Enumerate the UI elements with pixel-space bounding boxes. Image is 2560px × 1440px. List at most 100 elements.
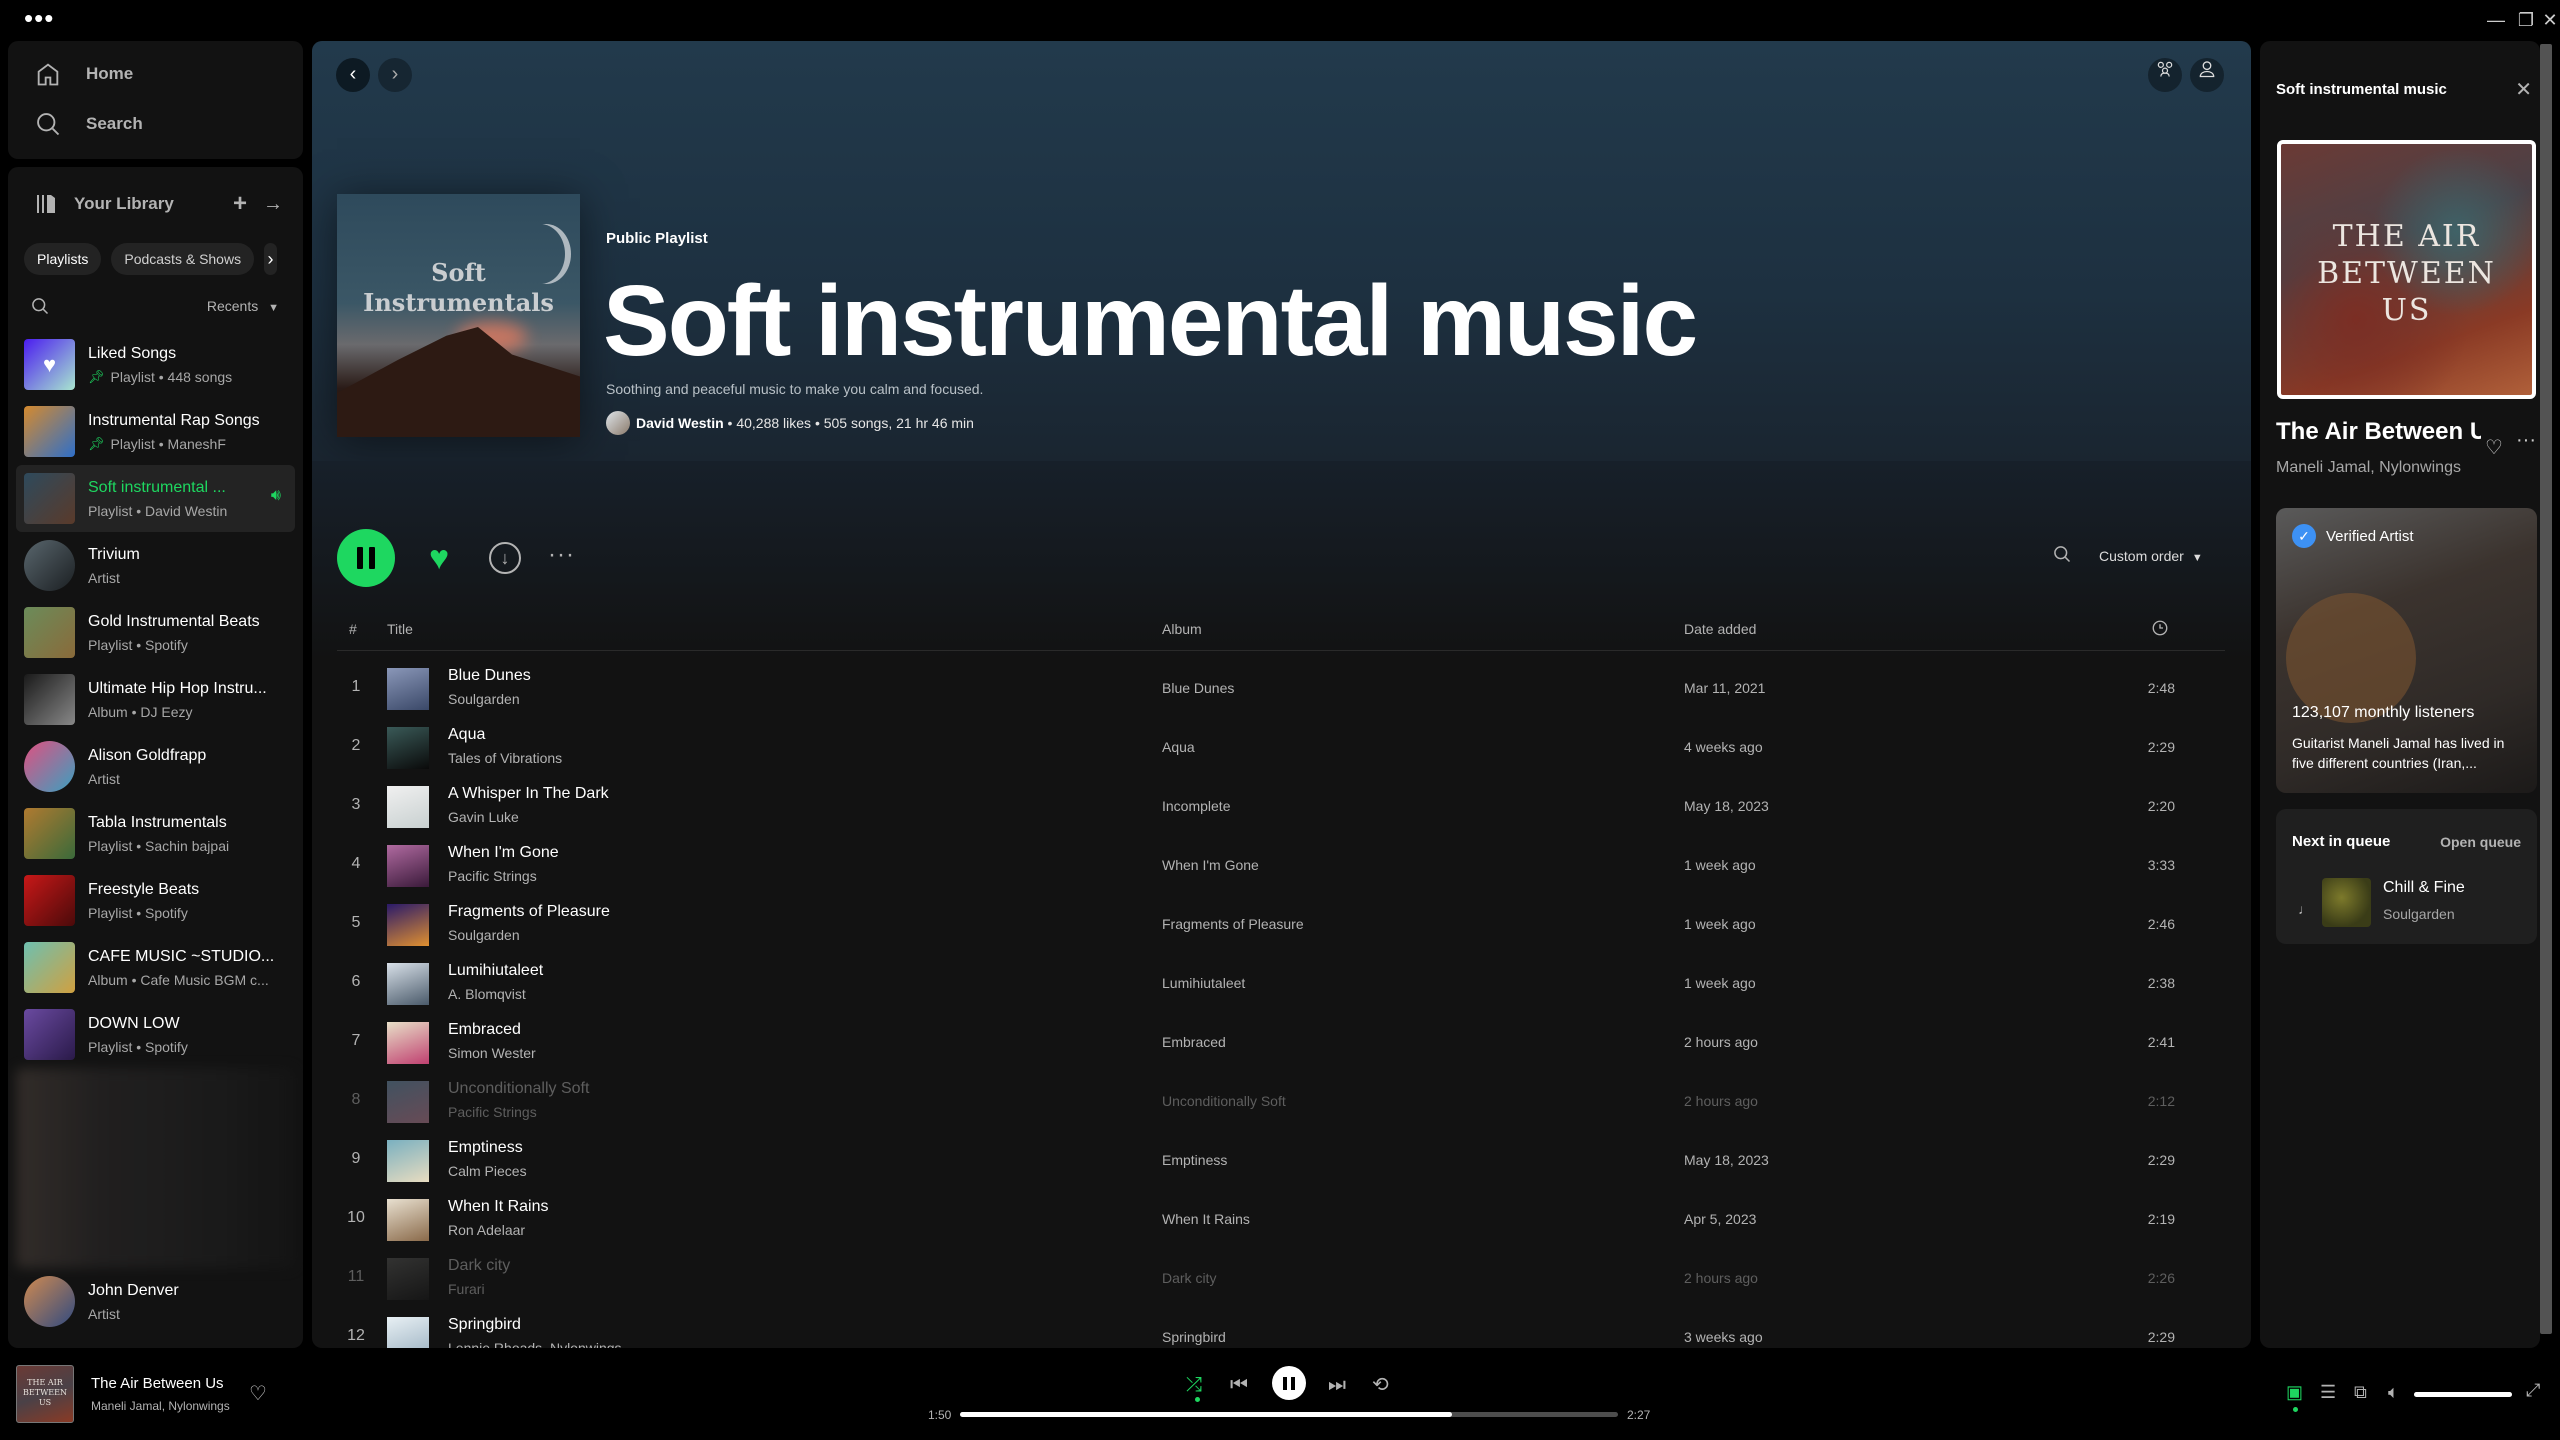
track-artist[interactable]: Calm Pieces bbox=[448, 1163, 527, 1179]
track-row[interactable]: 2 Aqua Tales of Vibrations Aqua 4 weeks ago 2… bbox=[337, 717, 2225, 776]
now-playing-title[interactable]: The Air Between Us bbox=[2276, 418, 2481, 446]
next-icon[interactable]: ⏭ bbox=[1328, 1373, 1346, 1397]
shuffle-icon[interactable]: ⤮ bbox=[1186, 1373, 1202, 1397]
track-title[interactable]: Lumihiutaleet bbox=[448, 962, 543, 980]
track-title[interactable]: Aqua bbox=[448, 726, 485, 744]
track-album[interactable]: Blue Dunes bbox=[1162, 680, 1234, 696]
repeat-icon[interactable]: ⟲ bbox=[1372, 1373, 1389, 1397]
track-artist[interactable]: Ron Adelaar bbox=[448, 1222, 525, 1238]
volume-icon[interactable]: 🔈︎ bbox=[2388, 1382, 2399, 1403]
track-album[interactable]: Emptiness bbox=[1162, 1152, 1227, 1168]
right-panel-scrollbar[interactable] bbox=[2540, 44, 2552, 1334]
library-item[interactable]: John Denver Artist bbox=[16, 1268, 295, 1335]
library-sort-select[interactable]: Recents ▼ bbox=[207, 298, 279, 314]
track-row[interactable]: 7 Embraced Simon Wester Embraced 2 hours ago… bbox=[337, 1012, 2225, 1071]
expand-library-icon[interactable]: → bbox=[263, 193, 283, 216]
track-album[interactable]: Fragments of Pleasure bbox=[1162, 916, 1304, 932]
close-window-icon[interactable]: ✕ bbox=[2530, 6, 2560, 34]
track-album[interactable]: Unconditionally Soft bbox=[1162, 1093, 1286, 1109]
pause-button[interactable] bbox=[337, 529, 395, 587]
library-item[interactable]: Trivium Artist bbox=[16, 532, 295, 599]
connect-device-icon[interactable]: ⧉ bbox=[2354, 1382, 2367, 1403]
now-playing-context[interactable]: Soft instrumental music bbox=[2276, 81, 2447, 98]
liked-heart-icon[interactable]: ♥ bbox=[429, 541, 449, 575]
queue-track-title[interactable]: Chill & Fine bbox=[2383, 879, 2465, 897]
owner-link[interactable]: David Westin bbox=[636, 415, 724, 431]
search-in-playlist-icon[interactable] bbox=[2052, 544, 2072, 569]
clock-icon[interactable] bbox=[2151, 619, 2169, 640]
track-album[interactable]: Lumihiutaleet bbox=[1162, 975, 1245, 991]
now-playing-view-icon[interactable]: ▣ bbox=[2286, 1382, 2303, 1403]
heart-icon[interactable]: ♡ bbox=[249, 1381, 267, 1406]
track-title[interactable]: When I'm Gone bbox=[448, 844, 559, 862]
artist-card[interactable]: ✓ Verified Artist 123,107 monthly listene… bbox=[2276, 508, 2537, 793]
library-item[interactable]: Gold Instrumental Beats Playlist • Spotif… bbox=[16, 599, 295, 666]
library-item[interactable]: Alison Goldfrapp Artist bbox=[16, 733, 295, 800]
owner-avatar[interactable] bbox=[606, 411, 630, 435]
track-artist[interactable]: Furari bbox=[448, 1281, 485, 1297]
fullscreen-icon[interactable]: ⤢ bbox=[2526, 1380, 2540, 1401]
track-title[interactable]: When It Rains bbox=[448, 1198, 548, 1216]
track-row[interactable]: 1 Blue Dunes Soulgarden Blue Dunes Mar 11, 2… bbox=[337, 658, 2225, 717]
track-title[interactable]: Fragments of Pleasure bbox=[448, 903, 610, 921]
more-options-icon[interactable]: ··· bbox=[2516, 429, 2536, 452]
app-menu-icon[interactable]: ••• bbox=[24, 5, 54, 31]
library-item[interactable]: Freestyle Beats Playlist • Spotify bbox=[16, 867, 295, 934]
queue-icon[interactable]: ☰ bbox=[2320, 1382, 2336, 1403]
sort-order-select[interactable]: Custom order ▼ bbox=[2099, 548, 2203, 564]
track-row[interactable]: 5 Fragments of Pleasure Soulgarden Fragment… bbox=[337, 894, 2225, 953]
col-title[interactable]: Title bbox=[387, 621, 413, 637]
library-item[interactable]: DOWN LOW Playlist • Spotify bbox=[16, 1001, 295, 1068]
track-artist[interactable]: Soulgarden bbox=[448, 927, 520, 943]
track-title[interactable]: Blue Dunes bbox=[448, 667, 531, 685]
nav-search[interactable]: Search bbox=[8, 99, 303, 149]
library-item[interactable]: Tabla Instrumentals Playlist • Sachin baj… bbox=[16, 800, 295, 867]
player-track-title[interactable]: The Air Between Us bbox=[91, 1375, 224, 1392]
track-artist[interactable]: Lennie Rhoads, Nylonwings bbox=[448, 1340, 622, 1348]
track-title[interactable]: Dark city bbox=[448, 1257, 510, 1275]
back-button[interactable]: ‹ bbox=[336, 58, 370, 92]
col-date-added[interactable]: Date added bbox=[1684, 621, 1756, 637]
filter-podcasts-shows[interactable]: Podcasts & Shows bbox=[111, 243, 255, 275]
track-title[interactable]: Unconditionally Soft bbox=[448, 1080, 589, 1098]
create-playlist-icon[interactable]: + bbox=[233, 190, 247, 218]
track-album[interactable]: When I'm Gone bbox=[1162, 857, 1259, 873]
player-track-artists[interactable]: Maneli Jamal, Nylonwings bbox=[91, 1399, 230, 1413]
play-pause-button[interactable] bbox=[1272, 1366, 1306, 1400]
track-artist[interactable]: Gavin Luke bbox=[448, 809, 519, 825]
track-artist[interactable]: A. Blomqvist bbox=[448, 986, 526, 1002]
track-artist[interactable]: Pacific Strings bbox=[448, 1104, 537, 1120]
track-album[interactable]: Springbird bbox=[1162, 1329, 1226, 1345]
track-album[interactable]: When It Rains bbox=[1162, 1211, 1250, 1227]
heart-icon[interactable]: ♡ bbox=[2485, 435, 2503, 460]
queue-track-art[interactable] bbox=[2322, 878, 2371, 927]
track-album[interactable]: Embraced bbox=[1162, 1034, 1226, 1050]
col-album[interactable]: Album bbox=[1162, 621, 1202, 637]
profile-button[interactable] bbox=[2190, 58, 2224, 92]
track-title[interactable]: A Whisper In The Dark bbox=[448, 785, 609, 803]
close-panel-icon[interactable]: ✕ bbox=[2515, 77, 2532, 102]
track-row[interactable]: 9 Emptiness Calm Pieces Emptiness May 18, 20… bbox=[337, 1130, 2225, 1189]
track-title[interactable]: Springbird bbox=[448, 1316, 521, 1334]
more-options-icon[interactable]: ··· bbox=[548, 541, 575, 569]
now-playing-artists[interactable]: Maneli Jamal, Nylonwings bbox=[2276, 459, 2481, 477]
track-artist[interactable]: Soulgarden bbox=[448, 691, 520, 707]
forward-button[interactable]: › bbox=[378, 58, 412, 92]
volume-slider[interactable] bbox=[2414, 1392, 2512, 1397]
track-row[interactable]: 4 When I'm Gone Pacific Strings When I'm Go… bbox=[337, 835, 2225, 894]
track-row[interactable]: 12 Springbird Lennie Rhoads, Nylonwings Spr… bbox=[337, 1307, 2225, 1348]
library-item[interactable]: Ultimate Hip Hop Instru... Album • DJ Eez… bbox=[16, 666, 295, 733]
filter-playlists[interactable]: Playlists bbox=[24, 243, 102, 275]
library-item[interactable]: Soft instrumental ... Playlist • David We… bbox=[16, 465, 295, 532]
library-icon[interactable] bbox=[34, 192, 58, 216]
track-artist[interactable]: Pacific Strings bbox=[448, 868, 537, 884]
track-album[interactable]: Incomplete bbox=[1162, 798, 1230, 814]
track-album[interactable]: Aqua bbox=[1162, 739, 1195, 755]
library-item[interactable]: Instrumental Rap Songs 📌︎ Playlist • Manes… bbox=[16, 398, 295, 465]
track-album[interactable]: Dark city bbox=[1162, 1270, 1216, 1286]
track-title[interactable]: Embraced bbox=[448, 1021, 521, 1039]
library-title[interactable]: Your Library bbox=[74, 194, 233, 214]
now-playing-thumbnail[interactable]: THE AIR BETWEEN US bbox=[16, 1365, 74, 1423]
open-queue-link[interactable]: Open queue bbox=[2440, 834, 2521, 850]
track-row[interactable]: 3 A Whisper In The Dark Gavin Luke Incomple… bbox=[337, 776, 2225, 835]
